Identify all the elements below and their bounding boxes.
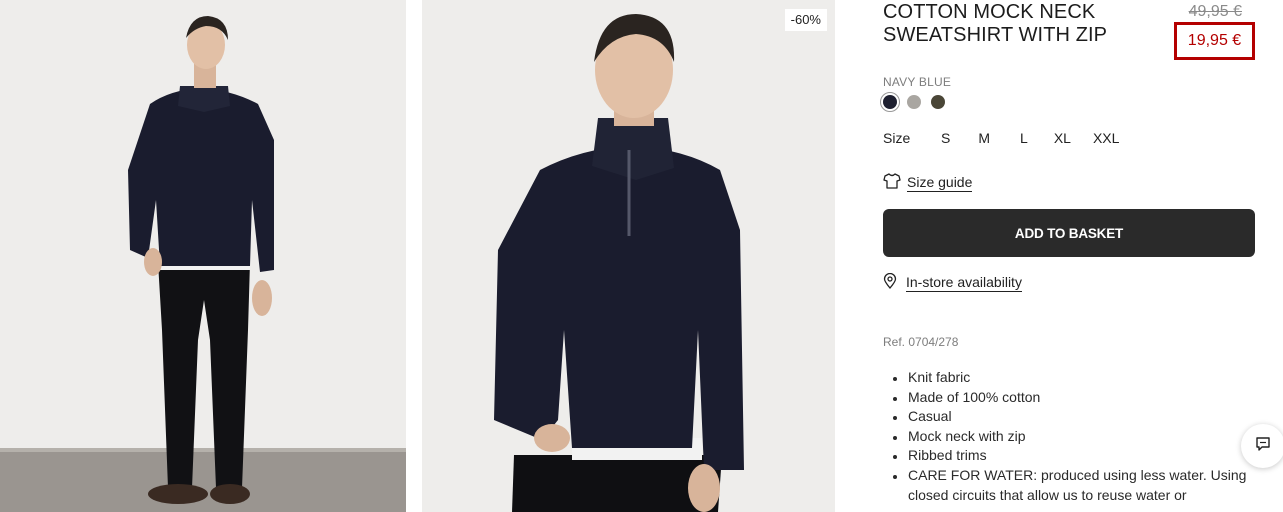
sale-price: 19,95 €	[1174, 22, 1255, 60]
sale-price-value: 19,95 €	[1187, 32, 1242, 49]
product-info-panel: COTTON MOCK NECK SWEATSHIRT WITH ZIP 49,…	[880, 0, 1255, 512]
swatch-olive[interactable]	[931, 95, 945, 109]
location-pin-icon	[883, 272, 897, 292]
list-item: Ribbed trims	[883, 446, 1255, 466]
size-option-l[interactable]: L	[1020, 130, 1028, 146]
size-option-xxl[interactable]: XXL	[1093, 130, 1119, 146]
list-item: Made of 100% cotton	[883, 388, 1255, 408]
list-item: CARE FOR WATER: produced using less wate…	[883, 466, 1255, 505]
color-name: NAVY BLUE	[883, 75, 952, 89]
in-store-availability-label: In-store availability	[906, 273, 1022, 292]
size-option-xl[interactable]: XL	[1054, 130, 1071, 146]
size-selector: Size S M L XL XXL	[883, 130, 1141, 146]
add-to-basket-button[interactable]: ADD TO BASKET	[883, 209, 1255, 257]
list-item: Knit fabric	[883, 368, 1255, 388]
list-item: Casual	[883, 407, 1255, 427]
size-guide-link[interactable]: Size guide	[883, 173, 973, 192]
list-item: Mock neck with zip	[883, 427, 1255, 447]
product-reference: Ref. 0704/278	[883, 335, 959, 349]
in-store-availability-link[interactable]: In-store availability	[883, 272, 1022, 292]
size-option-m[interactable]: M	[978, 130, 990, 146]
swatch-navy[interactable]	[880, 92, 900, 112]
size-option-s[interactable]: S	[941, 130, 950, 146]
product-photo-full-body[interactable]	[0, 0, 406, 512]
color-swatches	[880, 92, 945, 112]
size-label: Size	[883, 130, 911, 146]
tshirt-icon	[883, 173, 901, 192]
swatch-grey[interactable]	[907, 95, 921, 109]
chat-bubble-icon	[1255, 436, 1271, 457]
feature-list: Knit fabric Made of 100% cotton Casual M…	[883, 368, 1255, 505]
product-photo-closeup[interactable]: -60%	[422, 0, 835, 512]
size-guide-label: Size guide	[907, 173, 973, 192]
original-price: 49,95 €	[1188, 3, 1242, 20]
product-title: COTTON MOCK NECK SWEATSHIRT WITH ZIP	[883, 1, 1108, 46]
chat-button[interactable]	[1241, 424, 1283, 468]
discount-badge: -60%	[784, 9, 827, 31]
